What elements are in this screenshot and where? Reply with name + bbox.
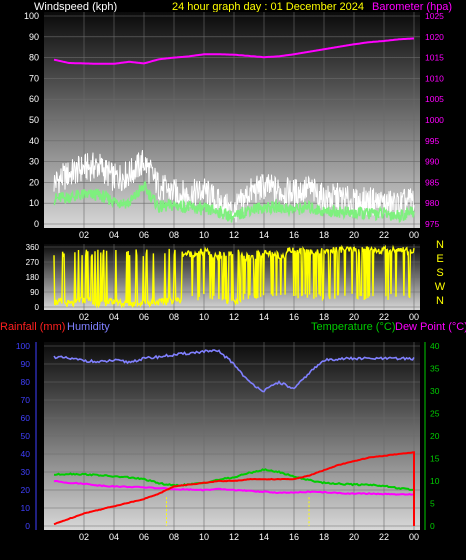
rain-y-tick-label: 60 — [21, 413, 31, 423]
barometer-y-tick-label: 1015 — [425, 53, 444, 63]
temperature-y-tick-label: 0 — [430, 521, 435, 531]
wind-y-tick-label: 100 — [24, 11, 39, 21]
x-tick-label: 04 — [109, 532, 119, 542]
barometer-y-tick-label: 975 — [425, 219, 439, 229]
barometer-y-tick-label: 995 — [425, 136, 439, 146]
rain-y-tick-label: 10 — [21, 503, 31, 513]
chart-title: 24 hour graph day : 01 December 2024 — [172, 1, 364, 13]
wind-axis-title: Windspeed (kph) — [34, 1, 117, 13]
rain-y-tick-label: 80 — [21, 377, 31, 387]
x-tick-label: 14 — [259, 230, 269, 240]
x-tick-label: 18 — [319, 230, 329, 240]
rain-y-tick-label: 50 — [21, 431, 31, 441]
x-tick-label: 12 — [229, 532, 239, 542]
x-tick-label: 04 — [109, 312, 119, 322]
barometer-y-tick-label: 1000 — [425, 115, 444, 125]
rain-y-tick-label: 100 — [16, 341, 30, 351]
compass-label: W — [435, 281, 446, 293]
rain-y-tick-label: 90 — [21, 359, 31, 369]
x-tick-label: 06 — [139, 312, 149, 322]
direction-y-tick-label: 270 — [26, 258, 40, 267]
dewpoint-label: Dew Point (°C) — [395, 321, 466, 333]
wind-y-tick-label: 60 — [29, 94, 39, 104]
direction-y-tick-label: 180 — [26, 273, 40, 282]
rain-y-tick-label: 0 — [25, 521, 30, 531]
x-tick-label: 22 — [379, 532, 389, 542]
temperature-y-tick-label: 20 — [430, 431, 440, 441]
wind-y-tick-label: 90 — [29, 32, 39, 42]
barometer-y-tick-label: 1005 — [425, 94, 444, 104]
barometer-y-tick-label: 1025 — [425, 11, 444, 21]
wind-y-tick-label: 80 — [29, 53, 39, 63]
wind-y-tick-label: 70 — [29, 73, 39, 83]
temperature-y-tick-label: 35 — [430, 364, 440, 374]
x-tick-label: 06 — [139, 230, 149, 240]
x-tick-label: 12 — [229, 312, 239, 322]
temperature-y-tick-label: 25 — [430, 409, 440, 419]
x-tick-label: 20 — [349, 230, 359, 240]
wind-y-tick-label: 30 — [29, 157, 39, 167]
compass-label: N — [436, 239, 444, 251]
x-tick-label: 14 — [259, 532, 269, 542]
temperature-y-tick-label: 15 — [430, 454, 440, 464]
temperature-y-tick-label: 5 — [430, 499, 435, 509]
rain-y-tick-label: 20 — [21, 485, 31, 495]
x-tick-label: 16 — [289, 312, 299, 322]
wind-y-tick-label: 0 — [34, 219, 39, 229]
x-tick-label: 06 — [139, 532, 149, 542]
temperature-y-tick-label: 10 — [430, 476, 440, 486]
x-tick-label: 04 — [109, 230, 119, 240]
x-tick-label: 20 — [349, 532, 359, 542]
x-tick-label: 02 — [79, 532, 89, 542]
x-tick-label: 00 — [409, 532, 419, 542]
barometer-y-tick-label: 1020 — [425, 32, 444, 42]
barometer-y-tick-label: 980 — [425, 198, 439, 208]
compass-label: N — [436, 295, 444, 307]
rain-y-tick-label: 30 — [21, 467, 31, 477]
wind-y-tick-label: 10 — [29, 198, 39, 208]
x-tick-label: 14 — [259, 312, 269, 322]
x-tick-label: 22 — [379, 230, 389, 240]
wind-y-tick-label: 40 — [29, 136, 39, 146]
temperature-y-tick-label: 30 — [430, 386, 440, 396]
compass-label: E — [436, 253, 443, 265]
humidity-label: Humidity — [67, 321, 110, 333]
x-tick-label: 16 — [289, 532, 299, 542]
x-tick-label: 02 — [79, 230, 89, 240]
x-tick-label: 10 — [199, 230, 209, 240]
wind-y-tick-label: 20 — [29, 177, 39, 187]
barometer-y-tick-label: 1010 — [425, 73, 444, 83]
x-tick-label: 16 — [289, 230, 299, 240]
direction-y-tick-label: 360 — [26, 243, 40, 252]
compass-label: S — [436, 267, 443, 279]
rainfall-label: Rainfall (mm) — [0, 321, 65, 333]
barometer-y-tick-label: 990 — [425, 157, 439, 167]
direction-y-tick-label: 0 — [35, 303, 40, 312]
x-tick-label: 08 — [169, 230, 179, 240]
weather-graph: Windspeed (kph) 24 hour graph day : 01 D… — [0, 0, 466, 555]
x-tick-label: 10 — [199, 312, 209, 322]
barometer-y-tick-label: 985 — [425, 177, 439, 187]
x-tick-label: 08 — [169, 312, 179, 322]
temperature-y-tick-label: 40 — [430, 341, 440, 351]
x-tick-label: 18 — [319, 532, 329, 542]
direction-y-tick-label: 90 — [30, 288, 39, 297]
weather-chart-canvas: Windspeed (kph) 24 hour graph day : 01 D… — [0, 1, 466, 542]
x-tick-label: 00 — [409, 230, 419, 240]
rain-y-tick-label: 70 — [21, 395, 31, 405]
x-tick-label: 12 — [229, 230, 239, 240]
x-tick-label: 10 — [199, 532, 209, 542]
rain-y-tick-label: 40 — [21, 449, 31, 459]
temperature-label: Temperature (°C) — [311, 321, 395, 333]
wind-y-tick-label: 50 — [29, 115, 39, 125]
x-tick-label: 08 — [169, 532, 179, 542]
